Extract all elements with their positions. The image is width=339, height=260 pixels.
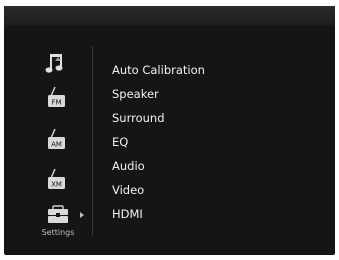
screen: FM AM XM Settings Auto Calibration Speak… [0,0,339,260]
settings-button[interactable]: Settings [40,204,88,242]
music-note-icon[interactable] [42,50,70,76]
menu-item-audio[interactable]: Audio [112,156,292,176]
menu-item-speaker[interactable]: Speaker [112,84,292,104]
am-radio-icon[interactable]: AM [42,126,70,152]
divider [92,46,93,236]
xm-radio-icon[interactable]: XM [42,166,70,192]
menu-item-eq[interactable]: EQ [112,132,292,152]
menu-item-auto-calibration[interactable]: Auto Calibration [112,60,292,80]
top-bar [4,6,335,26]
fm-badge: FM [51,99,61,107]
chevron-right-icon [80,212,84,218]
am-badge: AM [51,141,62,149]
receiver-menu-panel: FM AM XM Settings Auto Calibration Speak… [4,6,335,255]
xm-badge: XM [51,181,62,189]
settings-label: Settings [41,228,75,237]
toolbox-icon [48,205,68,223]
fm-radio-icon[interactable]: FM [42,84,70,110]
menu-item-surround[interactable]: Surround [112,108,292,128]
menu-item-hdmi[interactable]: HDMI [112,204,292,224]
menu-item-video[interactable]: Video [112,180,292,200]
